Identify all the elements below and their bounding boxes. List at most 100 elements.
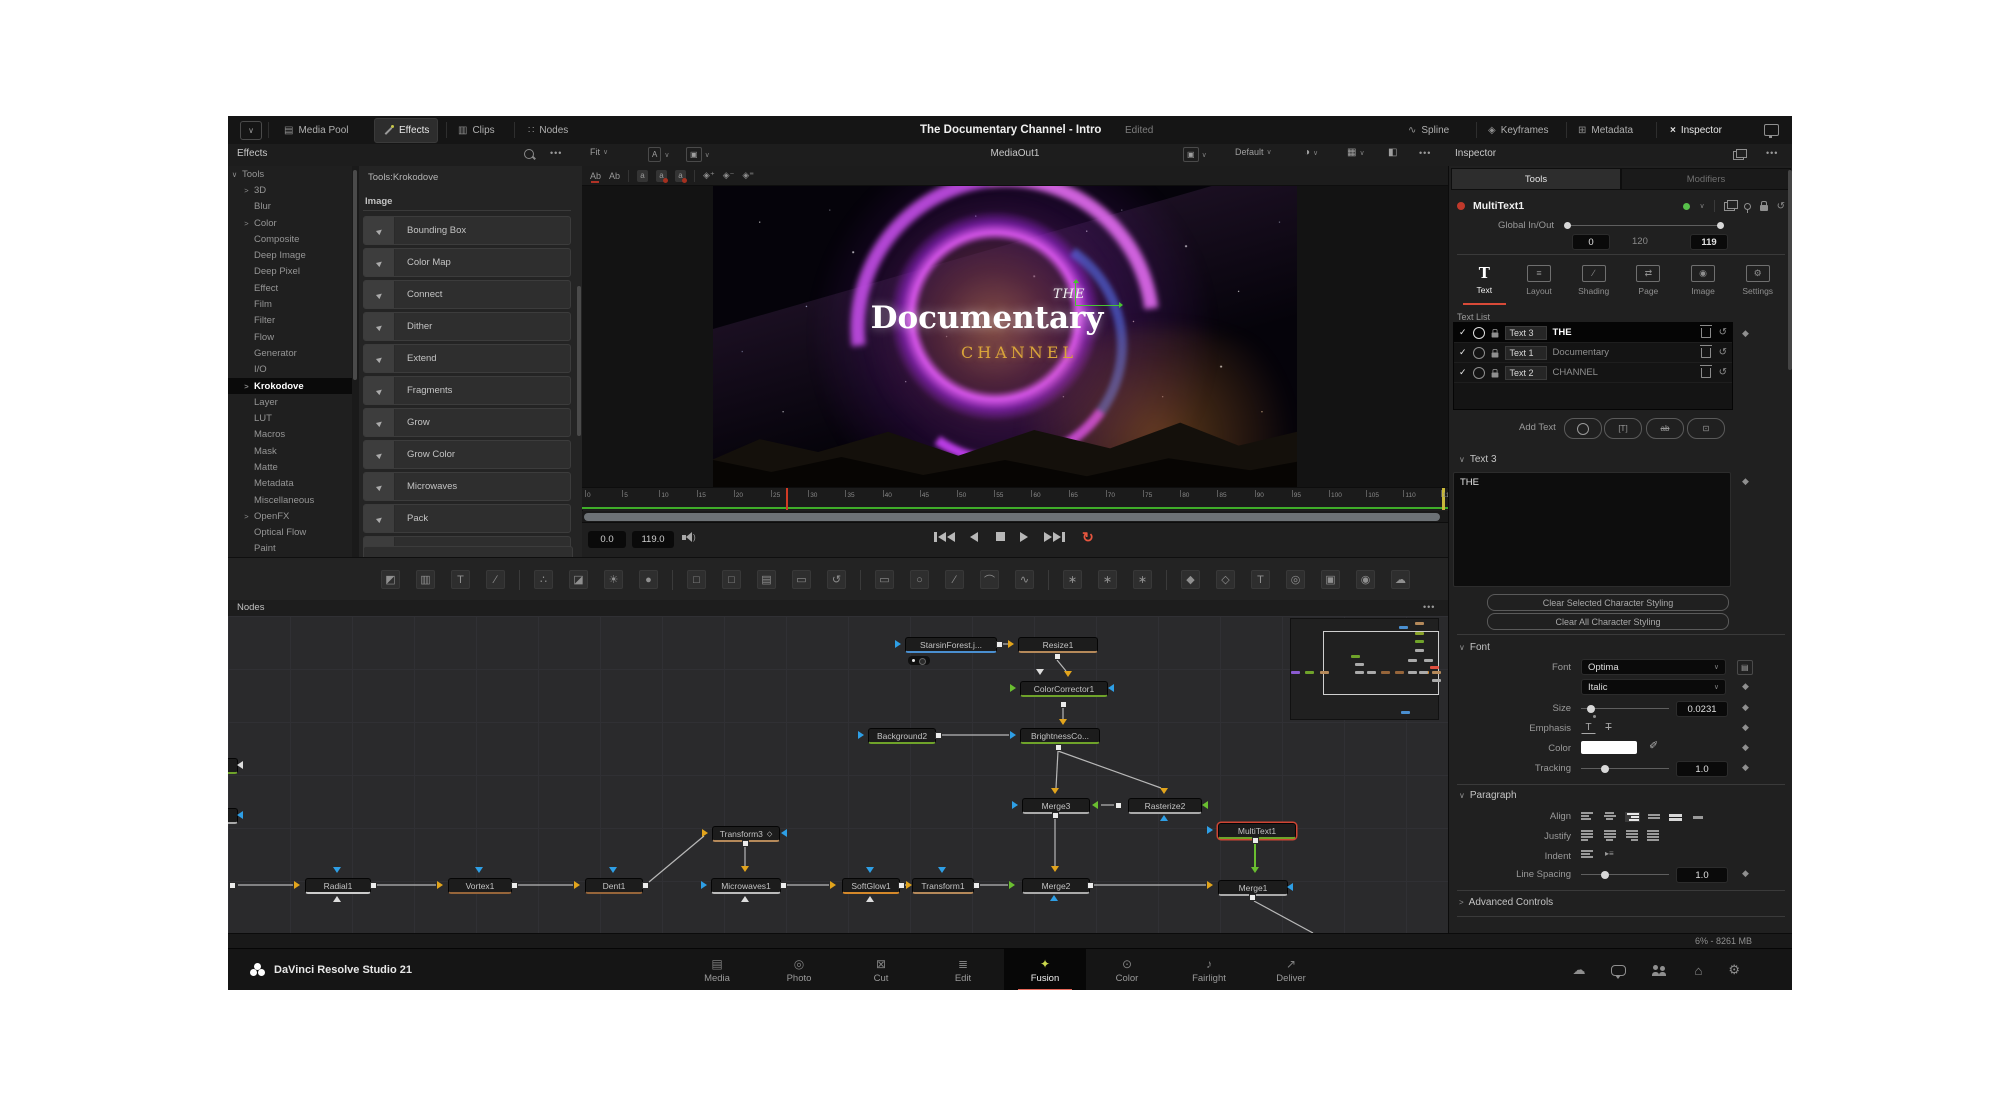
timeline-ruler[interactable]: 0510152025303540455055606570758085909510… bbox=[582, 487, 1448, 510]
node-input-arrow[interactable] bbox=[702, 829, 708, 837]
viewer-channel-dropdown[interactable]: A∨ bbox=[648, 147, 669, 162]
viewer-view-dropdown[interactable]: ▣∨ bbox=[1183, 147, 1207, 162]
delete-text-icon[interactable] bbox=[1701, 368, 1711, 378]
text-visible-checkbox[interactable]: ✓ bbox=[1459, 347, 1467, 358]
node-input-arrow[interactable] bbox=[1051, 788, 1059, 794]
fusion-node-radial1[interactable]: Radial1 bbox=[305, 878, 371, 894]
inspector-tab-tools[interactable]: Tools bbox=[1451, 168, 1621, 190]
keyframe-diamond[interactable]: ◆ bbox=[1742, 762, 1749, 773]
spline-button[interactable]: ∿ Spline bbox=[1408, 116, 1449, 144]
node-output-port[interactable] bbox=[1115, 802, 1122, 809]
page-tab[interactable]: ◎ Photo bbox=[758, 949, 840, 990]
keyframe-prev-icon[interactable]: ◈⁺ bbox=[703, 170, 715, 181]
fusion-node-transform1[interactable]: Transform1 bbox=[912, 878, 974, 894]
add-character-button[interactable]: ⊡ bbox=[1687, 418, 1725, 439]
effects-tree-item[interactable]: Matte bbox=[228, 459, 352, 475]
effects-tree-item[interactable]: Effect bbox=[228, 280, 352, 296]
fusion-tool-icon[interactable]: ∗ bbox=[1133, 570, 1152, 589]
node-input-arrow[interactable] bbox=[1036, 669, 1044, 675]
inspector-section-tab[interactable]: ∕ Shading bbox=[1566, 255, 1621, 305]
node-output-port[interactable] bbox=[973, 882, 980, 889]
go-to-end-button[interactable] bbox=[1044, 532, 1065, 542]
keyframes-button[interactable]: ◈ Keyframes bbox=[1488, 116, 1549, 144]
viewer-gamut-dropdown[interactable]: ◑∨ bbox=[1304, 147, 1318, 158]
global-inout-slider[interactable] bbox=[1566, 225, 1722, 226]
text-list-row[interactable]: ✓ Text 3 THE ↺ bbox=[1454, 323, 1732, 343]
text-color-swatch[interactable] bbox=[1581, 741, 1637, 754]
node-input-arrow[interactable] bbox=[1160, 815, 1168, 821]
audio-mute-button[interactable]: ) bbox=[682, 532, 696, 542]
keyframe-diamond[interactable]: ◆ bbox=[1742, 868, 1749, 879]
chat-icon[interactable] bbox=[1611, 965, 1626, 976]
effects-tree-item[interactable]: Filter bbox=[228, 313, 352, 329]
media-pool-button[interactable]: ▤ Media Pool bbox=[284, 116, 348, 144]
node-input-arrow[interactable] bbox=[1092, 801, 1098, 809]
add-text-button[interactable] bbox=[1564, 418, 1602, 439]
fusion-tool-icon[interactable]: ∕ bbox=[486, 570, 505, 589]
char-level-tool-icon[interactable]: a bbox=[675, 170, 686, 182]
node-input-arrow[interactable] bbox=[906, 881, 912, 889]
node-output-port[interactable] bbox=[642, 882, 649, 889]
text-name-field[interactable]: Text 2 bbox=[1505, 366, 1547, 380]
fusion-tool-icon[interactable]: ▥ bbox=[416, 570, 435, 589]
krokodove-tool-item-partial[interactable] bbox=[363, 546, 573, 557]
krokodove-tool-item[interactable]: ► Pack bbox=[363, 504, 571, 533]
text-list-row[interactable]: ✓ Text 2 CHANNEL ↺ bbox=[1454, 363, 1732, 383]
krokodove-tool-item[interactable]: ► Bounding Box bbox=[363, 216, 571, 245]
nodes-options-menu[interactable]: ••• bbox=[1423, 602, 1435, 612]
effects-options-menu[interactable]: ••• bbox=[550, 148, 562, 158]
home-icon[interactable]: ⌂ bbox=[1694, 963, 1702, 978]
node-output-port[interactable] bbox=[780, 882, 787, 889]
node-input-arrow[interactable] bbox=[1064, 671, 1072, 677]
krokodove-tool-item[interactable]: ► Microwaves bbox=[363, 472, 571, 501]
fusion-tool-icon[interactable]: ☀ bbox=[604, 570, 623, 589]
font-section-header[interactable]: ∨Font bbox=[1459, 642, 1490, 653]
page-tab[interactable]: ♪ Fairlight bbox=[1168, 949, 1250, 990]
metadata-button[interactable]: ⊞ Metadata bbox=[1578, 116, 1633, 144]
playhead[interactable] bbox=[786, 488, 788, 510]
align-top-icon[interactable] bbox=[1647, 814, 1660, 819]
char-style-tool-icon[interactable]: a bbox=[656, 170, 667, 182]
range-in-field[interactable]: 0.0 bbox=[588, 531, 626, 548]
fusion-tool-icon[interactable]: ● bbox=[639, 570, 658, 589]
node-input-arrow[interactable] bbox=[741, 866, 749, 872]
inspector-section-tab[interactable]: ⇄ Page bbox=[1621, 255, 1676, 305]
fusion-tool-icon[interactable]: ⌒ bbox=[980, 570, 999, 589]
krokodove-tool-item[interactable]: ► Grow Color bbox=[363, 440, 571, 469]
float-panel-icon[interactable] bbox=[1733, 151, 1744, 160]
text-visible-checkbox[interactable]: ✓ bbox=[1459, 367, 1467, 378]
fusion-tool-icon[interactable]: ◪ bbox=[569, 570, 588, 589]
font-style-dropdown[interactable]: Italic∨ bbox=[1581, 679, 1726, 695]
node-output-port[interactable] bbox=[935, 732, 942, 739]
keyframe-next-icon[interactable]: ◈⁼ bbox=[742, 170, 754, 181]
krokodove-tool-item[interactable]: ► Color Map bbox=[363, 248, 571, 277]
node-output-port[interactable] bbox=[742, 840, 749, 847]
outdent-icon[interactable] bbox=[1581, 850, 1594, 858]
fusion-tool-icon[interactable]: ∕ bbox=[945, 570, 964, 589]
size-field[interactable]: 0.0231 bbox=[1676, 701, 1728, 717]
effects-tree-item[interactable]: Layer bbox=[228, 394, 352, 410]
viewer-split-button[interactable]: ◧ bbox=[1388, 147, 1397, 158]
global-out-field[interactable]: 119 bbox=[1690, 234, 1728, 250]
node-output-port[interactable] bbox=[1252, 837, 1259, 844]
node-input-arrow[interactable] bbox=[858, 731, 864, 739]
node-graph-canvas[interactable]: StarsinForest.j...Resize1ColorCorrector1… bbox=[228, 616, 1448, 933]
node-input-arrow[interactable] bbox=[437, 881, 443, 889]
effects-tree-item[interactable]: ∨ Tools bbox=[228, 166, 352, 182]
settings-gear-icon[interactable]: ⚙ bbox=[1728, 962, 1740, 978]
text3-input[interactable]: THE bbox=[1453, 472, 1731, 587]
effects-tree-item[interactable]: Blur bbox=[228, 199, 352, 215]
node-input-arrow[interactable] bbox=[1207, 826, 1213, 834]
copy-settings-icon[interactable] bbox=[1724, 202, 1735, 211]
node-input-arrow[interactable] bbox=[1160, 788, 1168, 794]
node-input-arrow[interactable] bbox=[237, 761, 243, 769]
node-input-arrow[interactable] bbox=[1251, 867, 1259, 873]
node-enable-toggle[interactable] bbox=[1457, 202, 1465, 210]
line-spacing-slider[interactable] bbox=[1581, 874, 1669, 875]
page-tab[interactable]: ✦ Fusion bbox=[1004, 949, 1086, 990]
node-input-arrow[interactable] bbox=[1009, 881, 1015, 889]
node-input-arrow[interactable] bbox=[294, 881, 300, 889]
step-back-button[interactable] bbox=[970, 532, 978, 542]
align-center-icon[interactable] bbox=[1603, 812, 1616, 820]
fusion-tool-icon[interactable]: ∗ bbox=[1098, 570, 1117, 589]
